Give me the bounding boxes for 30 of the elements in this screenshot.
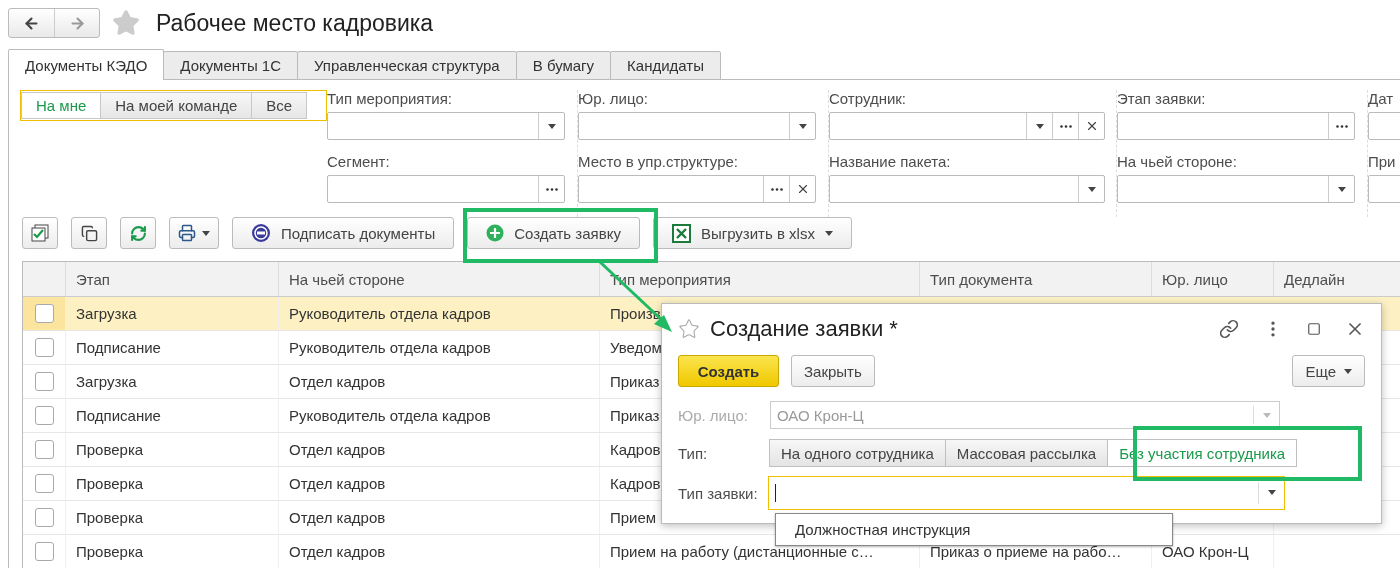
table-cell: Подписание <box>65 331 278 364</box>
table-cell: Отдел кадров <box>278 535 599 568</box>
filter-label: На чьей стороне: <box>1117 153 1238 172</box>
table-cell: Отдел кадров <box>278 501 599 534</box>
table-cell: Загрузка <box>65 365 278 398</box>
table-cell: Проверка <box>65 467 278 500</box>
filter-label: Юр. лицо: <box>578 90 649 109</box>
filter-label: Сотрудник: <box>829 90 908 109</box>
table-cell: Отдел кадров <box>278 467 599 500</box>
table-cell: Отдел кадров <box>278 365 599 398</box>
filter-label: Тип мероприятия: <box>327 90 454 109</box>
filter-label: Сегмент: <box>327 153 391 172</box>
table-cell: Руководитель отдела кадров <box>278 297 599 330</box>
filter-label: Название пакета: <box>829 153 952 172</box>
table-cell: Подписание <box>65 399 278 432</box>
table-cell: Руководитель отдела кадров <box>278 331 599 364</box>
filter-label: Место в упр.структуре: <box>578 153 739 172</box>
field-label: Тип заявки: <box>678 484 759 502</box>
filter-label: Дат <box>1368 90 1395 109</box>
table-cell: Руководитель отдела кадров <box>278 399 599 432</box>
table-cell: Проверка <box>65 501 278 534</box>
filter-label: При <box>1368 153 1397 172</box>
filter-label: Этап заявки: <box>1117 90 1207 109</box>
field-label: Тип: <box>678 444 709 462</box>
table-cell: Проверка <box>65 535 278 568</box>
field-label: Юр. лицо: <box>678 406 749 424</box>
table-cell: Загрузка <box>65 297 278 330</box>
page-title: Рабочее место кадровика <box>156 9 434 37</box>
table-cell: Проверка <box>65 433 278 466</box>
table-cell: Отдел кадров <box>278 433 599 466</box>
